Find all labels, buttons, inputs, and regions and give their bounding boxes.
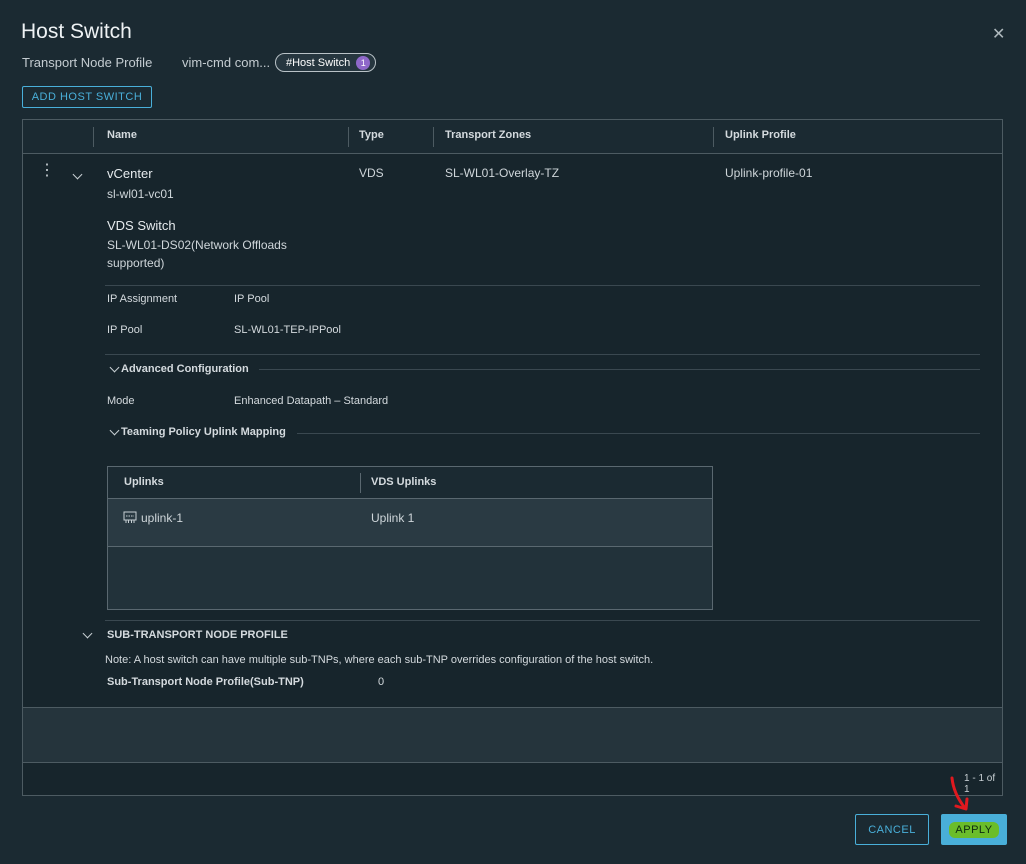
ip-pool-label: IP Pool	[107, 324, 143, 336]
vcenter-label: vCenter	[107, 166, 153, 181]
host-switch-pill[interactable]: #Host Switch 1	[275, 53, 377, 72]
sub-tnp-note: Note: A host switch can have multiple su…	[105, 654, 654, 666]
host-switch-pill-label: #Host Switch	[286, 56, 351, 69]
breadcrumb-transport-node-profile[interactable]: Transport Node Profile	[22, 55, 152, 70]
apply-button[interactable]: APPLY	[941, 814, 1007, 845]
dialog-title: Host Switch	[21, 20, 132, 43]
uplink-icon	[123, 511, 137, 523]
apply-button-label: APPLY	[949, 821, 999, 838]
column-header-uplink-profile[interactable]: Uplink Profile	[725, 129, 796, 141]
mode-label: Mode	[107, 395, 135, 407]
advanced-config-chevron-down-icon[interactable]	[109, 362, 120, 373]
teaming-chevron-down-icon[interactable]	[109, 425, 120, 436]
close-icon[interactable]: ✕	[992, 24, 1005, 44]
column-separator	[360, 473, 361, 493]
teaming-policy-toggle[interactable]: Teaming Policy Uplink Mapping	[121, 426, 286, 438]
vds-switch-value-line2: supported)	[107, 256, 165, 270]
datagrid-empty-band	[23, 707, 1002, 763]
uplink-mapping-table: Uplinks VDS Uplinks uplink-1 Uplink 1	[107, 466, 713, 610]
divider	[105, 354, 980, 355]
transport-zones-value: SL-WL01-Overlay-TZ	[445, 166, 560, 180]
divider	[259, 369, 980, 370]
cancel-button[interactable]: CANCEL	[855, 814, 929, 845]
table-row[interactable]: uplink-1 Uplink 1	[108, 499, 712, 547]
ip-pool-value: SL-WL01-TEP-IPPool	[234, 324, 341, 336]
sub-tnp-count: 0	[378, 676, 385, 688]
ip-assignment-value: IP Pool	[234, 293, 270, 305]
row-expand-chevron-down-icon[interactable]	[72, 169, 83, 180]
add-host-switch-button[interactable]: ADD HOST SWITCH	[22, 86, 152, 108]
mode-value: Enhanced Datapath – Standard	[234, 395, 389, 407]
divider	[105, 620, 980, 621]
vds-switch-value-line1: SL-WL01-DS02(Network Offloads	[107, 238, 287, 252]
column-header-uplinks[interactable]: Uplinks	[124, 476, 164, 488]
column-separator	[713, 127, 714, 147]
host-switch-count-badge: 1	[356, 55, 371, 70]
red-arrow-annotation-icon	[950, 776, 969, 811]
uplink-profile-value: Uplink-profile-01	[725, 166, 813, 180]
vds-switch-label: VDS Switch	[107, 218, 176, 233]
datagrid-header: Name Type Transport Zones Uplink Profile	[23, 120, 1002, 154]
column-header-transport-zones[interactable]: Transport Zones	[445, 129, 531, 141]
column-header-name[interactable]: Name	[107, 129, 137, 141]
column-header-type[interactable]: Type	[359, 129, 384, 141]
host-switch-datagrid: Name Type Transport Zones Uplink Profile…	[22, 119, 1003, 796]
divider	[105, 285, 980, 286]
divider	[297, 433, 980, 434]
row-actions-kebab-icon[interactable]: ⋮	[39, 163, 55, 179]
uplink-mapping-header: Uplinks VDS Uplinks	[108, 467, 712, 499]
advanced-configuration-toggle[interactable]: Advanced Configuration	[121, 363, 249, 375]
sub-tnp-chevron-down-icon[interactable]	[82, 628, 93, 639]
sub-tnp-section-header[interactable]: SUB-TRANSPORT NODE PROFILE	[107, 629, 288, 641]
column-separator	[348, 127, 349, 147]
type-value: VDS	[359, 166, 384, 180]
column-separator	[433, 127, 434, 147]
uplink-name: uplink-1	[141, 511, 184, 525]
column-separator	[93, 127, 94, 147]
ip-assignment-label: IP Assignment	[107, 293, 178, 305]
vds-uplink-value: Uplink 1	[371, 511, 415, 525]
breadcrumb-profile-name[interactable]: vim-cmd com...	[182, 55, 270, 70]
column-header-vds-uplinks[interactable]: VDS Uplinks	[371, 476, 436, 488]
sub-tnp-label: Sub-Transport Node Profile(Sub-TNP)	[107, 676, 304, 688]
vcenter-value: sl-wl01-vc01	[107, 187, 174, 201]
